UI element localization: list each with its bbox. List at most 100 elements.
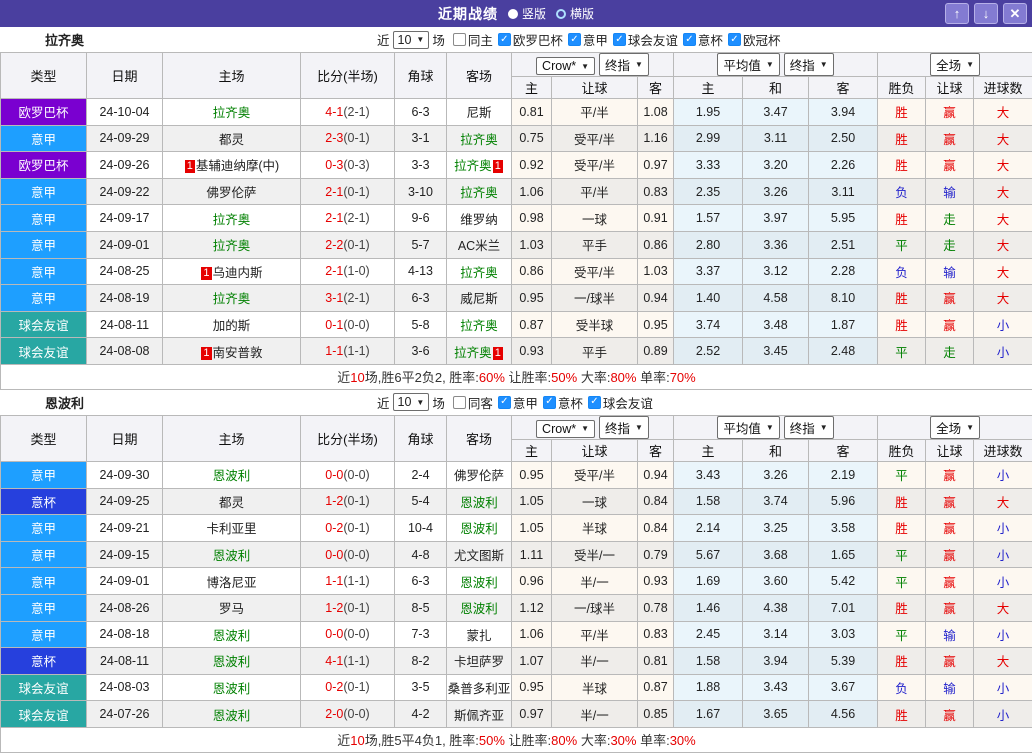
same-venue-checkbox[interactable]: 同主 <box>453 30 493 49</box>
league-filter-checkbox[interactable]: ✓球会友谊 <box>613 30 678 49</box>
odds-time-select[interactable]: 终指 ▼ <box>599 416 649 439</box>
match-count-select[interactable]: 10 ▼ <box>393 393 430 411</box>
scroll-up-button[interactable]: ↑ <box>945 3 969 24</box>
team-section: 恩波利 近 10 ▼ 场 同客✓意甲✓意杯✓球会友谊 类型 <box>0 390 1032 753</box>
layout-radio-horizontal[interactable]: 横版 <box>556 5 594 22</box>
checkbox-checked-icon[interactable]: ✓ <box>568 33 581 46</box>
result-handicap: 赢 <box>926 125 974 152</box>
odds-header-group: Crow* ▼ 终指 ▼ <box>512 53 674 77</box>
league-filter-checkbox[interactable]: ✓意杯 <box>543 393 583 412</box>
league-filter-checkbox[interactable]: ✓欧罗巴杯 <box>498 30 563 49</box>
match-count-select[interactable]: 10 ▼ <box>393 31 430 49</box>
header-subcol: 让球 <box>926 77 974 99</box>
checkbox-checked-icon[interactable]: ✓ <box>543 396 556 409</box>
same-venue-checkbox[interactable]: 同客 <box>453 393 493 412</box>
avg-time-select[interactable]: 终指 ▼ <box>784 416 834 439</box>
result-goals: 大 <box>974 285 1032 312</box>
result-outcome: 负 <box>878 674 926 701</box>
handicap-line: 受半球 <box>552 311 638 338</box>
league-filter-checkbox[interactable]: ✓意甲 <box>568 30 608 49</box>
checkbox-slot: 同客 ✓意甲 ✓意杯 ✓球会友谊 <box>448 393 653 412</box>
header-subcol: 客 <box>638 439 674 461</box>
home-team-cell: 1南安普敦 <box>163 338 301 365</box>
avg-draw-odds: 3.20 <box>743 152 809 179</box>
date-cell: 24-08-11 <box>87 648 163 675</box>
league-filter-checkbox[interactable]: ✓欧冠杯 <box>728 30 781 49</box>
result-goals: 大 <box>974 594 1032 621</box>
summary-segment: 让胜率: <box>505 733 551 748</box>
corners-cell: 6-3 <box>395 568 447 595</box>
radio-selected-icon[interactable] <box>508 9 518 19</box>
away-team-name: 恩波利 <box>460 576 498 590</box>
checkbox-checked-icon[interactable]: ✓ <box>498 396 511 409</box>
odds-source-select[interactable]: Crow* ▼ <box>536 420 595 438</box>
close-button[interactable]: ✕ <box>1003 3 1027 24</box>
scroll-down-button[interactable]: ↓ <box>974 3 998 24</box>
scope-select[interactable]: 全场 ▼ <box>930 53 980 76</box>
summary-segment: 场,胜6平2负2, 胜率: <box>365 370 479 385</box>
checkbox-unchecked-icon[interactable] <box>453 396 466 409</box>
handicap-line: 半/一 <box>552 568 638 595</box>
summary-segment: 10 <box>350 370 364 385</box>
result-handicap: 赢 <box>926 648 974 675</box>
handicap-away-odds: 0.84 <box>638 515 674 542</box>
odds-time-select[interactable]: 终指 ▼ <box>599 53 649 76</box>
date-cell: 24-09-30 <box>87 461 163 488</box>
handicap-away-odds: 0.79 <box>638 541 674 568</box>
league-filter-checkbox[interactable]: ✓球会友谊 <box>588 393 653 412</box>
handicap-away-odds: 0.94 <box>638 461 674 488</box>
result-goals: 大 <box>974 152 1032 179</box>
handicap-home-odds: 0.75 <box>512 125 552 152</box>
score-cell: 1-2(0-1) <box>301 594 395 621</box>
league-filter-checkbox[interactable]: ✓意甲 <box>498 393 538 412</box>
checkbox-checked-icon[interactable]: ✓ <box>613 33 626 46</box>
checkbox-checked-icon[interactable]: ✓ <box>588 396 601 409</box>
odds-time-value: 终指 <box>605 55 630 74</box>
handicap-line: 一/球半 <box>552 285 638 312</box>
header-subcol: 进球数 <box>974 77 1032 99</box>
date-cell: 24-08-11 <box>87 311 163 338</box>
away-team-cell: 恩波利 <box>447 515 512 542</box>
away-team-cell: 拉齐奥 <box>447 258 512 285</box>
checkbox-unchecked-icon[interactable] <box>453 33 466 46</box>
home-team-cell: 博洛尼亚 <box>163 568 301 595</box>
checkbox-checked-icon[interactable]: ✓ <box>683 33 696 46</box>
avg-time-value: 终指 <box>790 55 815 74</box>
away-team-cell: 尤文图斯 <box>447 541 512 568</box>
home-team-name: 卡利亚里 <box>206 522 256 536</box>
away-team-name: AC米兰 <box>458 239 500 253</box>
checkbox-label: 意甲 <box>583 30 608 49</box>
avg-source-select[interactable]: 平均值 ▼ <box>717 416 779 439</box>
date-cell: 24-08-25 <box>87 258 163 285</box>
avg-home-odds: 2.14 <box>674 515 743 542</box>
layout-radio-vertical[interactable]: 竖版 <box>508 5 546 22</box>
red-card-badge: 1 <box>201 347 211 360</box>
handicap-away-odds: 0.81 <box>638 648 674 675</box>
odds-source-select[interactable]: Crow* ▼ <box>536 57 595 75</box>
handicap-line: 半/一 <box>552 648 638 675</box>
fulltime-score: 0-0 <box>325 468 343 482</box>
avg-draw-odds: 4.38 <box>743 594 809 621</box>
summary-segment: 80% <box>551 733 577 748</box>
handicap-line: 受平/半 <box>552 461 638 488</box>
date-cell: 24-09-15 <box>87 541 163 568</box>
table-row: 意杯 24-08-11 恩波利 4-1(1-1) 8-2 卡坦萨罗 1.07 半… <box>1 648 1032 675</box>
halftime-score: (2-1) <box>343 291 369 305</box>
league-type-cell: 意甲 <box>1 205 87 232</box>
scope-select[interactable]: 全场 ▼ <box>930 416 980 439</box>
radio-unselected-icon[interactable] <box>556 9 566 19</box>
avg-source-select[interactable]: 平均值 ▼ <box>717 53 779 76</box>
checkbox-checked-icon[interactable]: ✓ <box>728 33 741 46</box>
score-cell: 0-0(0-0) <box>301 621 395 648</box>
checkbox-checked-icon[interactable]: ✓ <box>498 33 511 46</box>
league-filter-checkbox[interactable]: ✓意杯 <box>683 30 723 49</box>
avg-time-select[interactable]: 终指 ▼ <box>784 53 834 76</box>
titlebar-center: 近期战绩 竖版 横版 <box>0 4 1032 24</box>
header-col: 比分(半场) <box>301 53 395 99</box>
home-team-name: 恩波利 <box>213 629 251 643</box>
avg-away-odds: 2.28 <box>809 258 878 285</box>
header-subcol: 和 <box>743 77 809 99</box>
handicap-away-odds: 1.08 <box>638 99 674 126</box>
away-team-cell: 佛罗伦萨 <box>447 461 512 488</box>
away-team-name: 拉齐奥 <box>460 319 498 333</box>
